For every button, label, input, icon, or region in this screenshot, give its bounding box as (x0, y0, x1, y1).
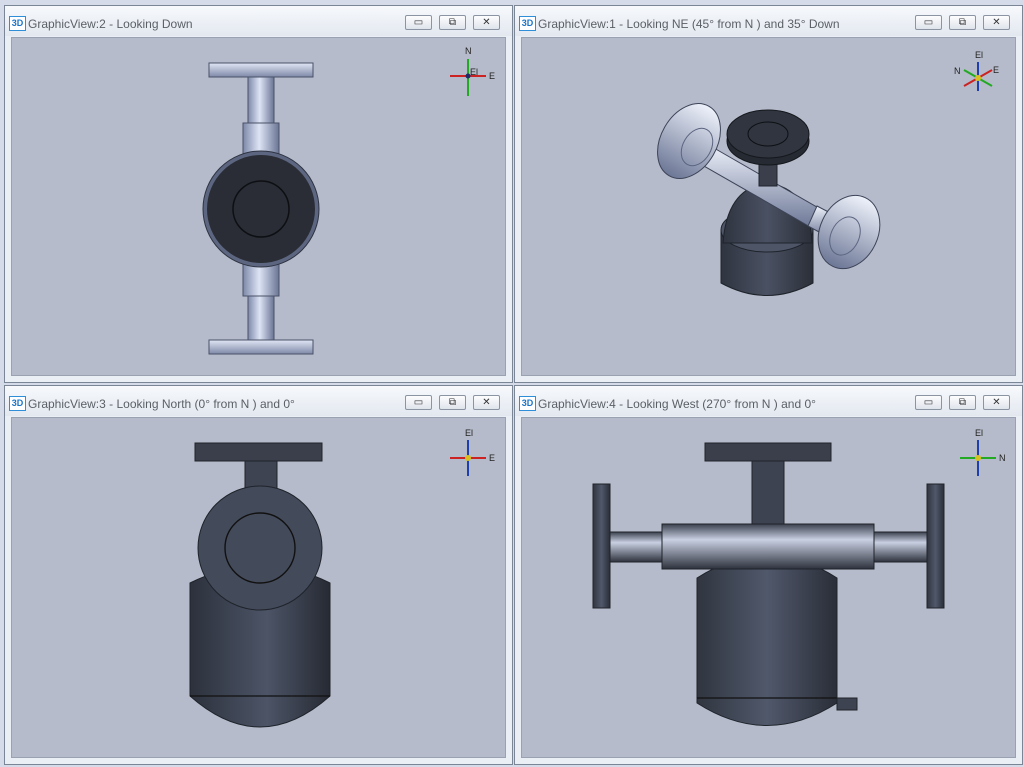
close-button[interactable]: ✕ (473, 15, 500, 30)
title-bar[interactable]: 3D GraphicView:1 - Looking NE (45° from … (515, 6, 1022, 36)
view-3d-icon: 3D (519, 16, 536, 31)
minimize-button[interactable]: ▭ (915, 15, 942, 30)
viewport-canvas[interactable]: El N (521, 417, 1016, 758)
north-label: N (465, 46, 472, 56)
view-title: GraphicView:3 - Looking North (0° from N… (28, 397, 295, 411)
restore-button[interactable]: ⧉ (949, 395, 976, 410)
view-3d-icon: 3D (9, 16, 26, 31)
close-button[interactable]: ✕ (473, 395, 500, 410)
close-button[interactable]: ✕ (983, 395, 1010, 410)
graphic-view-1[interactable]: 3D GraphicView:1 - Looking NE (45° from … (514, 5, 1023, 383)
graphic-view-2[interactable]: 3D GraphicView:2 - Looking Down ▭ ⧉ ✕ N … (4, 5, 513, 383)
elevation-label: El (470, 67, 478, 77)
minimize-button[interactable]: ▭ (405, 15, 432, 30)
title-bar[interactable]: 3D GraphicView:4 - Looking West (270° fr… (515, 386, 1022, 416)
view-title: GraphicView:4 - Looking West (270° from … (538, 397, 816, 411)
viewport-canvas[interactable]: N E El (11, 37, 506, 376)
north-label: N (954, 66, 961, 76)
elevation-label: El (465, 428, 473, 438)
east-label: E (489, 71, 495, 81)
close-button[interactable]: ✕ (983, 15, 1010, 30)
axis-triad: El N (960, 428, 1006, 476)
minimize-button[interactable]: ▭ (405, 395, 432, 410)
viewport-canvas[interactable]: El N E (521, 37, 1016, 376)
view-3d-icon: 3D (9, 396, 26, 411)
restore-button[interactable]: ⧉ (439, 395, 466, 410)
restore-button[interactable]: ⧉ (949, 15, 976, 30)
model-west-view: El N (592, 428, 1006, 726)
axis-triad: N E El (450, 46, 495, 96)
restore-button[interactable]: ⧉ (439, 15, 466, 30)
title-bar[interactable]: 3D GraphicView:2 - Looking Down ▭ ⧉ ✕ (5, 6, 512, 36)
model-iso-view: El N E (657, 50, 999, 296)
view-title: GraphicView:2 - Looking Down (28, 17, 193, 31)
model-top-view: N E El (202, 46, 495, 355)
east-label: E (993, 65, 999, 75)
view-title: GraphicView:1 - Looking NE (45° from N )… (538, 17, 840, 31)
east-label: E (489, 453, 495, 463)
view-3d-icon: 3D (519, 396, 536, 411)
north-label: N (999, 453, 1006, 463)
graphic-view-3[interactable]: 3D GraphicView:3 - Looking North (0° fro… (4, 385, 513, 765)
title-bar[interactable]: 3D GraphicView:3 - Looking North (0° fro… (5, 386, 512, 416)
axis-triad: El E (450, 428, 495, 476)
elevation-label: El (975, 50, 983, 60)
elevation-label: El (975, 428, 983, 438)
model-north-view: El E (189, 428, 495, 728)
graphic-view-4[interactable]: 3D GraphicView:4 - Looking West (270° fr… (514, 385, 1023, 765)
viewport-canvas[interactable]: El E (11, 417, 506, 758)
axis-triad: El N E (954, 50, 999, 91)
minimize-button[interactable]: ▭ (915, 395, 942, 410)
